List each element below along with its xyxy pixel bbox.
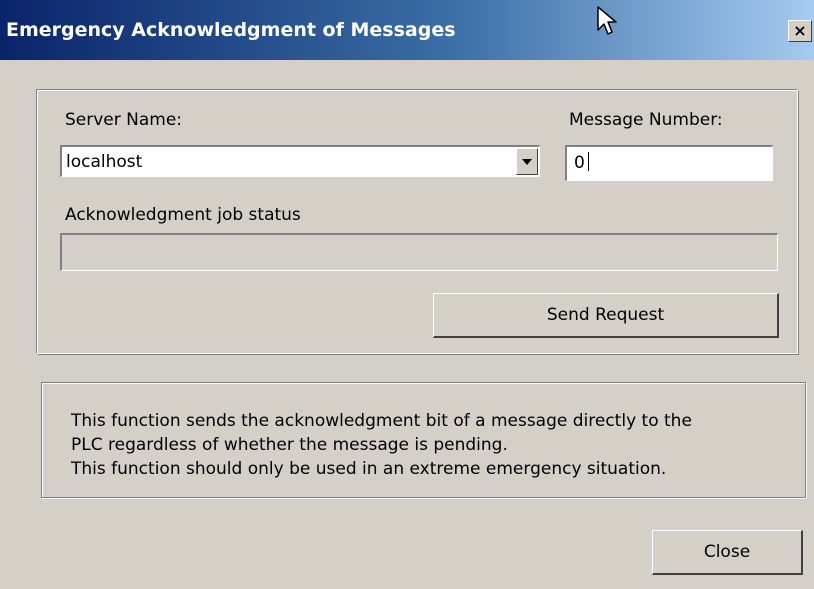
- job-status-label: Acknowledgment job status: [65, 205, 301, 225]
- send-request-label: Send Request: [546, 305, 665, 325]
- request-group: Server Name: Message Number: localhost 0…: [36, 89, 799, 355]
- title-bar[interactable]: Emergency Acknowledgment of Messages ×: [0, 0, 814, 60]
- info-line: PLC regardless of whether the message is…: [71, 435, 508, 455]
- server-name-value: localhost: [66, 152, 143, 172]
- chevron-down-icon: [522, 158, 532, 165]
- text-caret: [588, 152, 589, 171]
- window-close-button[interactable]: ×: [788, 20, 812, 42]
- mouse-pointer-icon: [597, 6, 617, 35]
- server-name-label: Server Name:: [65, 110, 183, 130]
- info-line: This function sends the acknowledgment b…: [71, 411, 692, 431]
- message-number-label: Message Number:: [569, 110, 723, 130]
- send-request-button[interactable]: Send Request: [433, 293, 779, 338]
- message-number-value: 0: [574, 153, 585, 173]
- close-button[interactable]: Close: [652, 530, 803, 575]
- server-name-combobox[interactable]: localhost: [60, 145, 540, 177]
- window-title: Emergency Acknowledgment of Messages: [6, 19, 456, 41]
- info-line: This function should only be used in an …: [71, 459, 667, 479]
- close-button-label: Close: [703, 542, 751, 562]
- server-dropdown-button[interactable]: [516, 148, 538, 175]
- message-number-input[interactable]: 0: [565, 145, 773, 181]
- job-status-field: [60, 233, 778, 271]
- info-group: This function sends the acknowledgment b…: [41, 382, 806, 498]
- close-icon: ×: [793, 21, 807, 40]
